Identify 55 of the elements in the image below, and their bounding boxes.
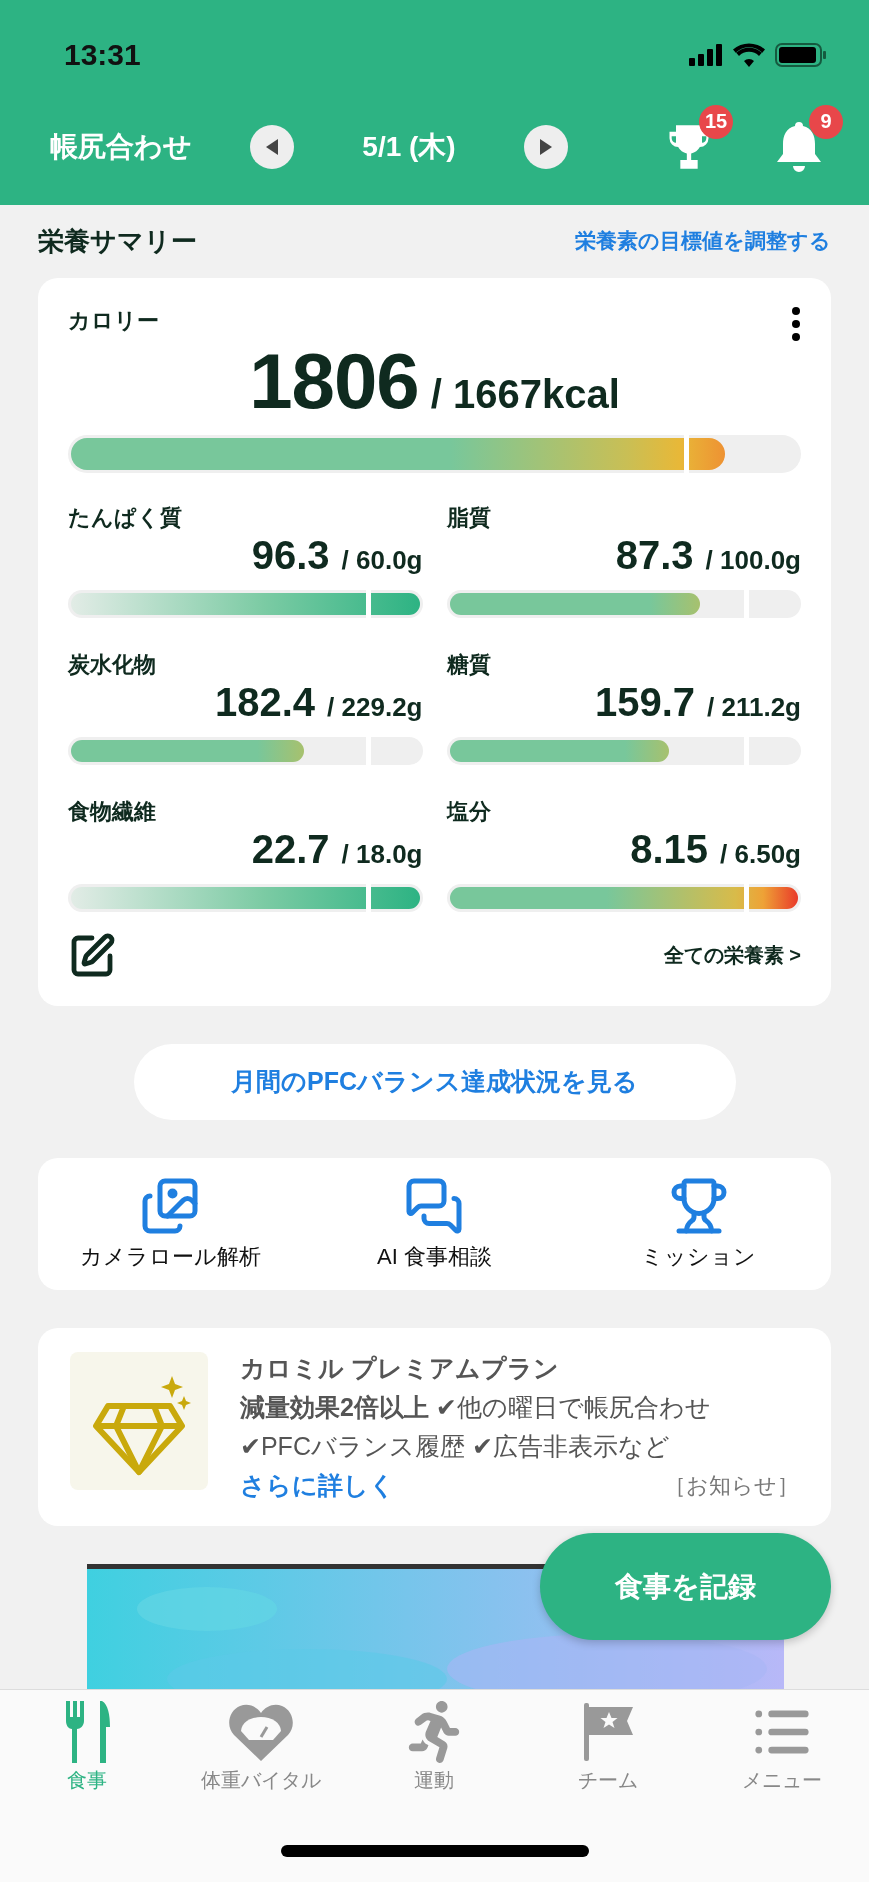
nutrient-target: / 211.2g	[707, 691, 801, 723]
nutrient-label: 脂質	[446, 503, 492, 532]
date-label: 5/1 (木)	[361, 129, 457, 164]
notice-label: ［お知らせ］	[664, 1471, 799, 1500]
flag-icon	[582, 1701, 635, 1763]
nutrient-value: 96.3	[251, 532, 330, 578]
nutrient-value: 159.7	[594, 679, 696, 725]
nutrient-target: / 18.0g	[341, 838, 423, 870]
bell-icon	[776, 119, 822, 174]
nutrient-target: / 60.0g	[341, 544, 423, 576]
tab[interactable]: 食事	[0, 1700, 174, 1795]
left-triangle-icon	[264, 137, 280, 156]
nutrient-label: 塩分	[446, 797, 492, 826]
shortcut-button[interactable]: カメラロール解析	[38, 1175, 303, 1274]
photos-icon	[140, 1176, 201, 1237]
count-badge: 15	[699, 104, 733, 139]
nutrient-label: 糖質	[446, 650, 492, 679]
all-nutrients-link[interactable]: 全ての栄養素 >	[663, 942, 801, 970]
nutrient-target: / 100.0g	[705, 544, 801, 576]
nutrient-label: 炭水化物	[68, 650, 157, 679]
tab[interactable]: 体重バイタル	[173, 1700, 348, 1795]
section-title: 栄養サマリー	[38, 224, 197, 258]
header-title: 帳尻合わせ	[50, 129, 193, 164]
status-time: 13:31	[64, 38, 141, 72]
more-details-link[interactable]: さらに詳しく	[240, 1469, 395, 1502]
nutrient-value: 182.4	[215, 679, 316, 725]
shortcut-button[interactable]: AI 食事相談	[302, 1175, 567, 1274]
tab[interactable]: メニュー	[695, 1700, 869, 1795]
previous-day-button[interactable]	[250, 124, 294, 169]
nutrient-label: たんぱく質	[68, 503, 183, 532]
calorie-target: / 1667kcal	[430, 371, 620, 417]
premium-feature-text: ✔PFCバランス履歴 ✔広告非表示など	[240, 1431, 671, 1462]
pfc-balance-button[interactable]: 月間のPFCバランス達成状況を見る	[133, 1043, 736, 1121]
calorie-label: カロリー	[68, 306, 159, 335]
record-meal-button[interactable]: 食事を記録	[540, 1533, 831, 1640]
signal-icon	[689, 44, 723, 66]
nutrient-value: 8.15	[630, 826, 709, 872]
battery-icon	[775, 43, 827, 67]
more-icon[interactable]	[791, 305, 801, 342]
count-badge: 9	[809, 104, 843, 139]
premium-feature-text: 減量効果2倍以上 ✔他の曜日で帳尻合わせ	[240, 1392, 712, 1423]
right-triangle-icon	[538, 137, 554, 156]
tab[interactable]: チーム	[521, 1700, 696, 1795]
next-day-button[interactable]	[524, 124, 568, 169]
wifi-icon	[733, 43, 765, 67]
adjust-targets-link[interactable]: 栄養素の目標値を調整する	[575, 227, 831, 256]
nutrient-label: 食物繊維	[68, 797, 157, 826]
tab[interactable]: 運動	[347, 1700, 522, 1795]
nutrient-value: 87.3	[615, 532, 694, 578]
shortcut-button[interactable]: ミッション	[566, 1175, 831, 1274]
premium-title: カロミル プレミアムプラン	[240, 1353, 560, 1384]
nutrient-target: / 6.50g	[720, 838, 801, 870]
calorie-value: 1806	[249, 335, 419, 427]
nutrient-value: 22.7	[251, 826, 330, 872]
nutrient-target: / 229.2g	[327, 691, 423, 723]
